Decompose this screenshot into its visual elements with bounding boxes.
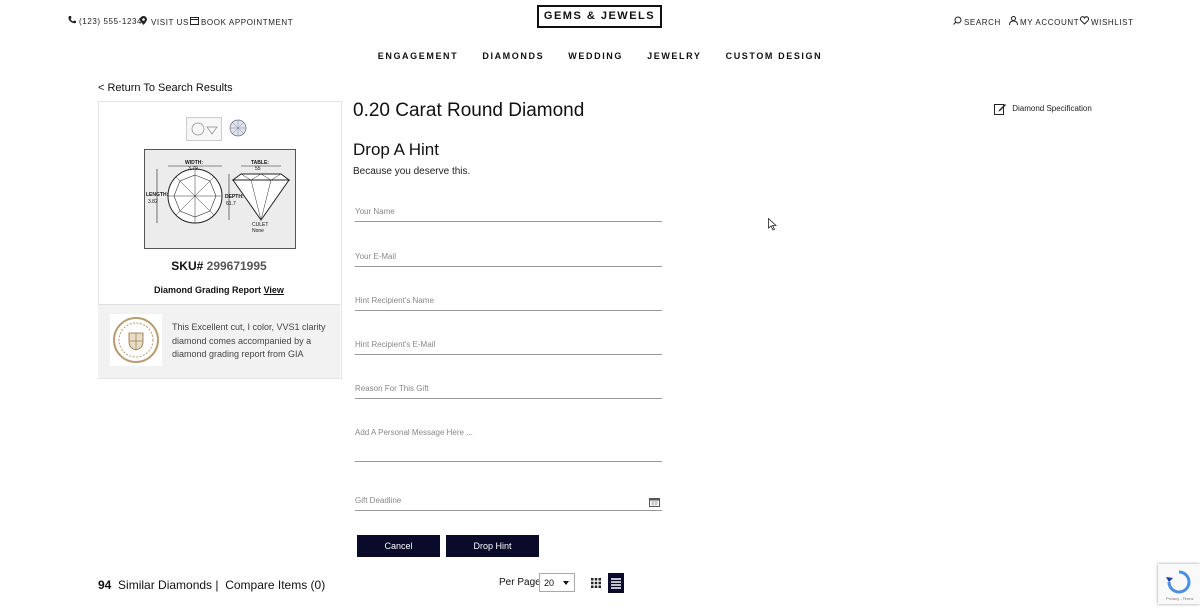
- search-icon: [953, 16, 962, 27]
- depth-value: 61.7: [226, 201, 236, 207]
- grading-report: Diamond Grading Report View: [98, 285, 340, 295]
- hint-heading: Drop A Hint: [353, 140, 439, 159]
- site-logo[interactable]: GEMS & JEWELS: [537, 5, 662, 28]
- mouse-cursor-icon: [768, 217, 778, 236]
- gift-deadline-placeholder: Gift Deadline: [355, 496, 402, 505]
- diamond-diagram: WIDTH: 3.79 TABLE: 55 LENGTH: 3.82 DEPTH…: [144, 149, 296, 249]
- calendar-icon: [190, 16, 199, 27]
- location-pin-icon: [140, 16, 149, 27]
- nav-custom-design[interactable]: CUSTOM DESIGN: [726, 51, 823, 61]
- search-link[interactable]: SEARCH: [953, 16, 1001, 27]
- grid-view-icon[interactable]: [588, 575, 604, 591]
- sku-label: SKU#: [171, 259, 204, 273]
- nav-jewelry[interactable]: JEWELRY: [647, 51, 701, 61]
- drop-hint-button[interactable]: Drop Hint: [446, 535, 539, 557]
- nav-diamonds[interactable]: DIAMONDS: [482, 51, 544, 61]
- svg-text:Privacy - Terms: Privacy - Terms: [1166, 596, 1193, 601]
- visit-us-link[interactable]: VISIT US: [140, 16, 189, 27]
- gia-seal-icon: [110, 314, 162, 366]
- culet-value: None: [252, 228, 264, 234]
- heart-icon: [1079, 16, 1090, 27]
- hint-subheading: Because you deserve this.: [353, 166, 471, 177]
- personal-message-field[interactable]: Add A Personal Message Here ...: [355, 428, 662, 462]
- table-value: 55: [255, 166, 261, 172]
- phone-icon: [68, 16, 77, 26]
- recipient-email-field[interactable]: Hint Recipient's E-Mail: [355, 340, 662, 355]
- view-report-link[interactable]: View: [264, 285, 284, 295]
- per-page-value: 20: [544, 578, 555, 588]
- results-summary: 94 Similar Diamonds | Compare Items (0): [98, 578, 325, 592]
- similar-diamonds-link[interactable]: Similar Diamonds |: [118, 578, 218, 592]
- depth-label: DEPTH:: [225, 194, 244, 200]
- diamond-specification-link[interactable]: Diamond Specification: [994, 103, 1092, 115]
- per-page-select[interactable]: 20: [539, 573, 575, 592]
- compare-items-link[interactable]: Compare Items (0): [225, 578, 325, 592]
- diamond-photo-thumbnail[interactable]: [228, 117, 248, 139]
- sku-number: 299671995: [206, 259, 267, 273]
- phone-link[interactable]: (123) 555-1234: [68, 16, 142, 26]
- cancel-button[interactable]: Cancel: [357, 535, 440, 557]
- width-value: 3.79: [188, 166, 198, 172]
- edit-icon: [994, 104, 1012, 115]
- return-to-search-link[interactable]: < Return To Search Results: [98, 82, 233, 94]
- recaptcha-badge[interactable]: Privacy - Terms: [1158, 564, 1200, 604]
- recipient-name-field[interactable]: Hint Recipient's Name: [355, 296, 662, 311]
- nav-engagement[interactable]: ENGAGEMENT: [378, 51, 459, 61]
- diagram-thumbnail[interactable]: [186, 117, 222, 141]
- grading-report-label: Diamond Grading Report: [154, 285, 262, 295]
- main-nav: ENGAGEMENT DIAMONDS WEDDING JEWELRY CUST…: [0, 51, 1200, 61]
- user-icon: [1009, 16, 1018, 27]
- my-account-link[interactable]: MY ACCOUNT: [1009, 16, 1079, 27]
- diamond-specification-label: Diamond Specification: [1012, 104, 1092, 114]
- gift-reason-field[interactable]: Reason For This Gift: [355, 384, 662, 399]
- length-value: 3.82: [148, 199, 158, 205]
- wishlist-link[interactable]: WISHLIST: [1079, 16, 1134, 27]
- results-count: 94: [98, 578, 112, 592]
- chevron-down-icon: [563, 581, 569, 585]
- list-view-icon[interactable]: [608, 573, 624, 593]
- gift-deadline-field[interactable]: Gift Deadline: [355, 496, 662, 511]
- calendar-icon[interactable]: [649, 494, 660, 512]
- length-label: LENGTH:: [146, 192, 169, 198]
- sku-line: SKU# 299671995: [98, 259, 340, 273]
- book-appointment-link[interactable]: BOOK APPOINTMENT: [190, 16, 293, 27]
- product-title: 0.20 Carat Round Diamond: [353, 100, 585, 121]
- per-page-label: Per Page: [499, 577, 541, 588]
- image-thumbnails: [186, 117, 250, 141]
- your-name-field[interactable]: Your Name: [355, 207, 662, 222]
- gia-description: This Excellent cut, I color, VVS1 clarit…: [172, 322, 326, 359]
- your-email-field[interactable]: Your E-Mail: [355, 252, 662, 267]
- nav-wedding[interactable]: WEDDING: [568, 51, 623, 61]
